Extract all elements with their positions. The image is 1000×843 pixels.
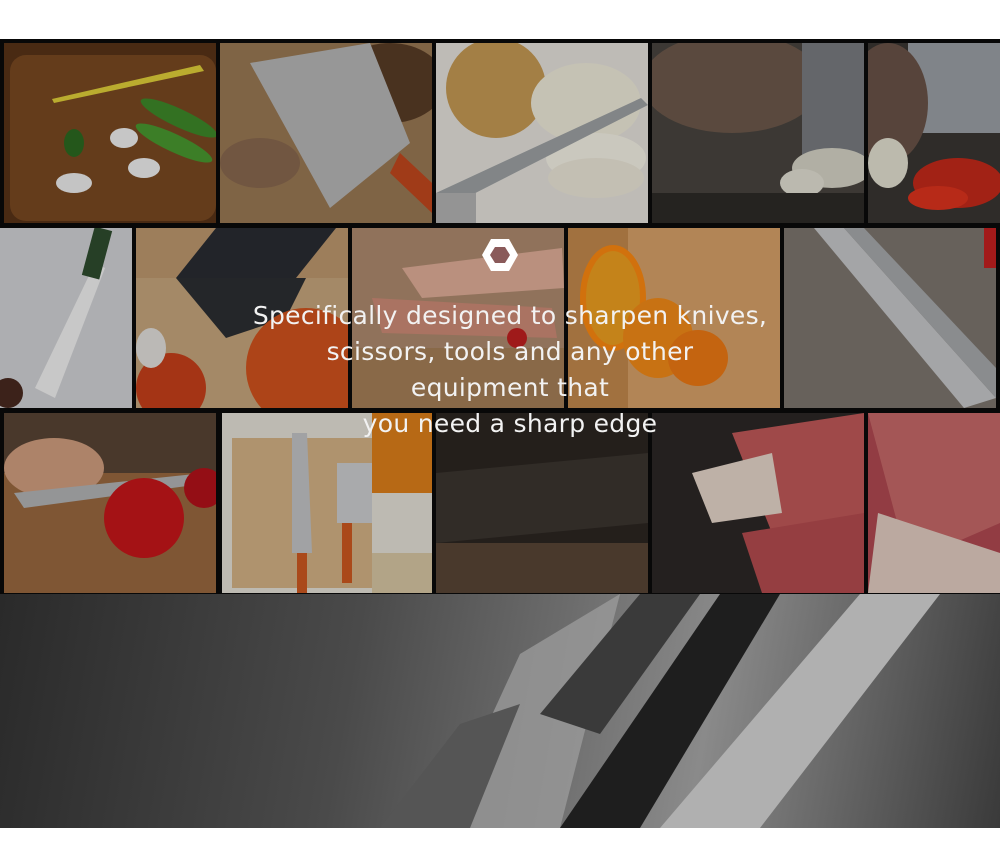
tagline-line: scissors, tools and any other bbox=[326, 337, 694, 366]
knife-banner-image bbox=[0, 594, 1000, 828]
tagline-line: you need a sharp edge bbox=[362, 409, 658, 438]
tagline-line: equipment that bbox=[410, 373, 610, 402]
tagline-line: Specifically designed to sharpen knives, bbox=[252, 301, 768, 330]
hexagon-logo-icon[interactable] bbox=[481, 237, 519, 273]
hero-tagline: Specifically designed to sharpen knives,… bbox=[200, 298, 820, 442]
